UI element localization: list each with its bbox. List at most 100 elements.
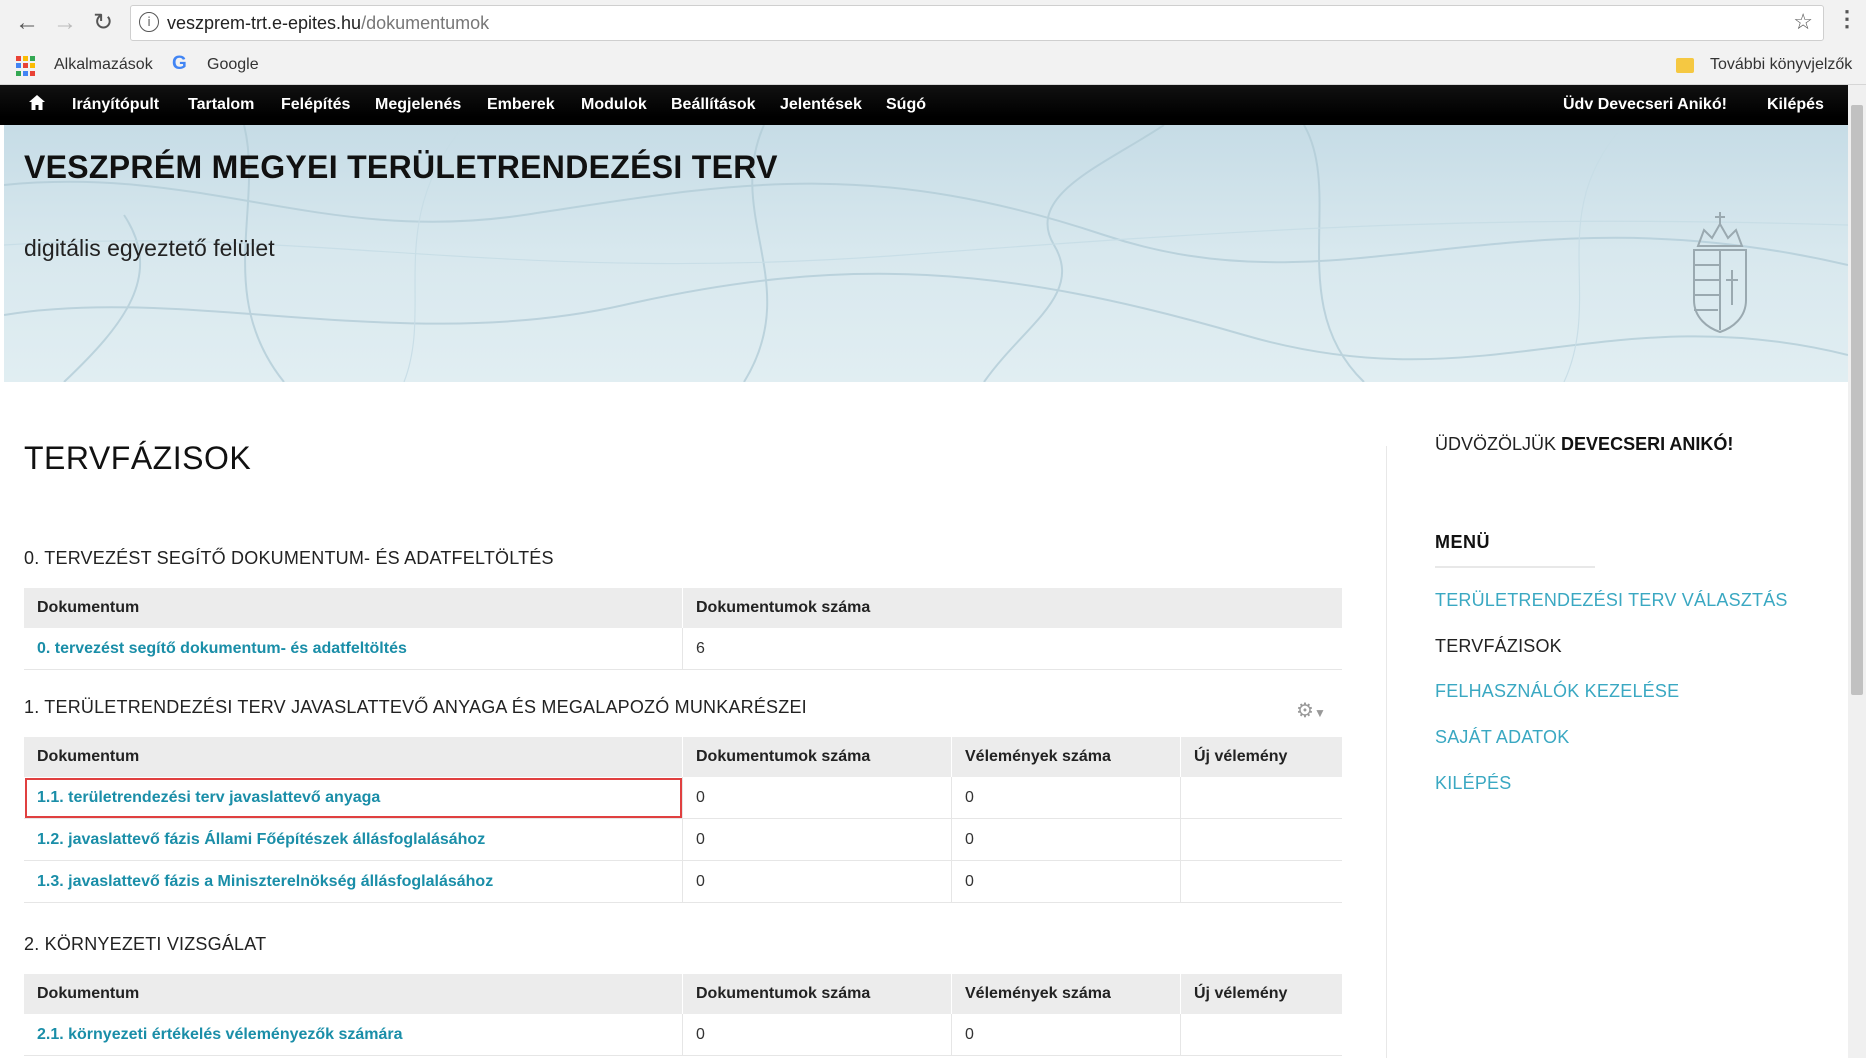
toolbar-item-modules[interactable]: Modulok: [581, 96, 647, 114]
toolbar-item-dashboard[interactable]: Irányítópult: [72, 96, 159, 114]
url-path: /dokumentumok: [361, 13, 490, 33]
table-cell: 0. tervezést segítő dokumentum- és adatf…: [24, 628, 683, 670]
coat-of-arms-icon: [1693, 212, 1747, 334]
folder-icon: [1676, 58, 1694, 73]
table-row: 1.2. javaslattevő fázis Állami Főépítész…: [24, 818, 1342, 861]
document-table: Dokumentum Dokumentumok száma 0. tervezé…: [24, 588, 1342, 670]
menu-title-underline: [1435, 566, 1595, 568]
table-header-row: Dokumentum Dokumentumok száma: [24, 588, 1342, 628]
document-link[interactable]: 2.1. környezeti értékelés véleményezők s…: [37, 1026, 403, 1043]
greeting-user[interactable]: Devecseri Anikó: [1598, 96, 1722, 113]
column-header: Új vélemény: [1180, 974, 1342, 1014]
bookmarks-bar: Alkalmazások G Google További könyvjelző…: [0, 48, 1866, 84]
opinion-count: 0: [951, 777, 1181, 819]
menu-item-own-data[interactable]: SAJÁT ADATOK: [1435, 727, 1569, 748]
table-row: 1.3. javaslattevő fázis a Miniszterelnök…: [24, 860, 1342, 903]
info-icon[interactable]: i: [139, 12, 159, 32]
toolbar-logout[interactable]: Kilépés: [1767, 96, 1824, 114]
back-icon[interactable]: ←: [12, 8, 42, 38]
column-header: Dokumentum: [24, 974, 683, 1014]
document-count: 0: [682, 860, 952, 903]
menu-item-user-management[interactable]: FELHASZNÁLÓK KEZELÉSE: [1435, 681, 1679, 702]
forward-icon[interactable]: →: [50, 8, 80, 38]
column-header: Új vélemény: [1180, 737, 1342, 777]
new-opinion-cell: [1180, 1014, 1342, 1056]
toolbar-item-people[interactable]: Emberek: [487, 96, 555, 114]
toolbar-item-settings[interactable]: Beállítások: [671, 96, 755, 114]
table-cell: 1.2. javaslattevő fázis Állami Főépítész…: [24, 818, 683, 861]
gear-icon[interactable]: ⚙▼: [1296, 698, 1330, 722]
column-header: Vélemények száma: [951, 974, 1181, 1014]
table-cell: 1.1. területrendezési terv javaslattevő …: [24, 777, 683, 819]
document-table: Dokumentum Dokumentumok száma Vélemények…: [24, 974, 1342, 1056]
welcome-prefix: ÜDVÖZÖLJÜK: [1435, 434, 1557, 454]
opinion-count: 0: [951, 818, 1181, 861]
column-header: Dokumentum: [24, 737, 683, 777]
table-cell: 2.1. környezeti értékelés véleményezők s…: [24, 1014, 683, 1056]
column-header: Dokumentumok száma: [682, 737, 952, 777]
document-link[interactable]: 1.3. javaslattevő fázis a Miniszterelnök…: [37, 873, 493, 890]
new-opinion-cell: [1180, 818, 1342, 861]
document-count: 0: [682, 1014, 952, 1056]
toolbar-item-appearance[interactable]: Megjelenés: [375, 96, 461, 114]
site-header: VESZPRÉM MEGYEI TERÜLETRENDEZÉSI TERV di…: [4, 125, 1848, 382]
document-count: 6: [682, 628, 1342, 670]
table-row: 2.1. környezeti értékelés véleményezők s…: [24, 1014, 1342, 1056]
sidebar-divider: [1386, 446, 1387, 1058]
menu-item-logout[interactable]: KILÉPÉS: [1435, 773, 1511, 794]
welcome-name: DEVECSERI ANIKÓ!: [1561, 434, 1734, 454]
table-row: 1.1. területrendezési terv javaslattevő …: [24, 777, 1342, 819]
reload-icon[interactable]: ↻: [88, 8, 118, 38]
page-scrollbar[interactable]: [1848, 85, 1866, 1058]
address-bar[interactable]: i veszprem-trt.e-epites.hu/dokumentumok …: [130, 5, 1824, 41]
table-header-row: Dokumentum Dokumentumok száma Vélemények…: [24, 737, 1342, 777]
document-count: 0: [682, 777, 952, 819]
table-header-row: Dokumentum Dokumentumok száma Vélemények…: [24, 974, 1342, 1014]
browser-menu-icon[interactable]: ⋮: [1836, 6, 1858, 32]
menu-item-plan-select[interactable]: TERÜLETRENDEZÉSI TERV VÁLASZTÁS: [1435, 590, 1788, 611]
url-text: veszprem-trt.e-epites.hu/dokumentumok: [167, 13, 489, 34]
toolbar-greeting: Üdv Devecseri Anikó!: [1563, 96, 1727, 114]
bookmark-other[interactable]: További könyvjelzők: [1710, 56, 1852, 74]
document-link[interactable]: 1.1. területrendezési terv javaslattevő …: [37, 789, 380, 806]
sidebar-welcome: ÜDVÖZÖLJÜK DEVECSERI ANIKÓ!: [1435, 434, 1733, 455]
toolbar-item-content[interactable]: Tartalom: [188, 96, 254, 114]
home-icon[interactable]: [28, 94, 46, 112]
column-header: Dokumentum: [24, 588, 683, 628]
site-slogan: digitális egyeztető felület: [24, 235, 275, 261]
scrollbar-thumb[interactable]: [1851, 105, 1863, 695]
section-title: 1. TERÜLETRENDEZÉSI TERV JAVASLATTEVŐ AN…: [24, 697, 807, 717]
toolbar-item-help[interactable]: Súgó: [886, 96, 926, 114]
bookmark-star-icon[interactable]: ☆: [1793, 9, 1813, 35]
opinion-count: 0: [951, 1014, 1181, 1056]
new-opinion-cell: [1180, 860, 1342, 903]
document-table: Dokumentum Dokumentumok száma Vélemények…: [24, 737, 1342, 903]
url-host: veszprem-trt.e-epites.hu: [167, 13, 362, 33]
table-cell: 1.3. javaslattevő fázis a Miniszterelnök…: [24, 860, 683, 903]
menu-title: MENÜ: [1435, 532, 1490, 552]
document-count: 0: [682, 818, 952, 861]
menu-item-plan-phases[interactable]: TERVFÁZISOK: [1435, 636, 1562, 657]
section-title: 2. KÖRNYEZETI VIZSGÁLAT: [24, 934, 267, 954]
column-header: Dokumentumok száma: [682, 974, 952, 1014]
site-title[interactable]: VESZPRÉM MEGYEI TERÜLETRENDEZÉSI TERV: [24, 149, 778, 186]
opinion-count: 0: [951, 860, 1181, 903]
new-opinion-cell: [1180, 777, 1342, 819]
browser-chrome: ← → ↻ i veszprem-trt.e-epites.hu/dokumen…: [0, 0, 1866, 85]
admin-toolbar: Irányítópult Tartalom Felépítés Megjelen…: [0, 85, 1866, 125]
document-link[interactable]: 1.2. javaslattevő fázis Állami Főépítész…: [37, 831, 485, 848]
column-header: Vélemények száma: [951, 737, 1181, 777]
apps-grid-icon[interactable]: [16, 56, 36, 76]
column-header: Dokumentumok száma: [682, 588, 1342, 628]
section-title: 0. TERVEZÉST SEGÍTŐ DOKUMENTUM- ÉS ADATF…: [24, 548, 554, 568]
table-row: 0. tervezést segítő dokumentum- és adatf…: [24, 628, 1342, 670]
bookmark-apps[interactable]: Alkalmazások: [54, 56, 153, 74]
greeting-suffix: !: [1721, 96, 1727, 113]
page-title: TERVFÁZISOK: [24, 440, 252, 476]
greeting-prefix: Üdv: [1563, 96, 1594, 113]
bookmark-google[interactable]: Google: [207, 56, 259, 74]
document-link[interactable]: 0. tervezést segítő dokumentum- és adatf…: [37, 640, 407, 657]
toolbar-item-reports[interactable]: Jelentések: [780, 96, 862, 114]
toolbar-item-structure[interactable]: Felépítés: [281, 96, 350, 114]
google-icon: G: [172, 53, 187, 74]
